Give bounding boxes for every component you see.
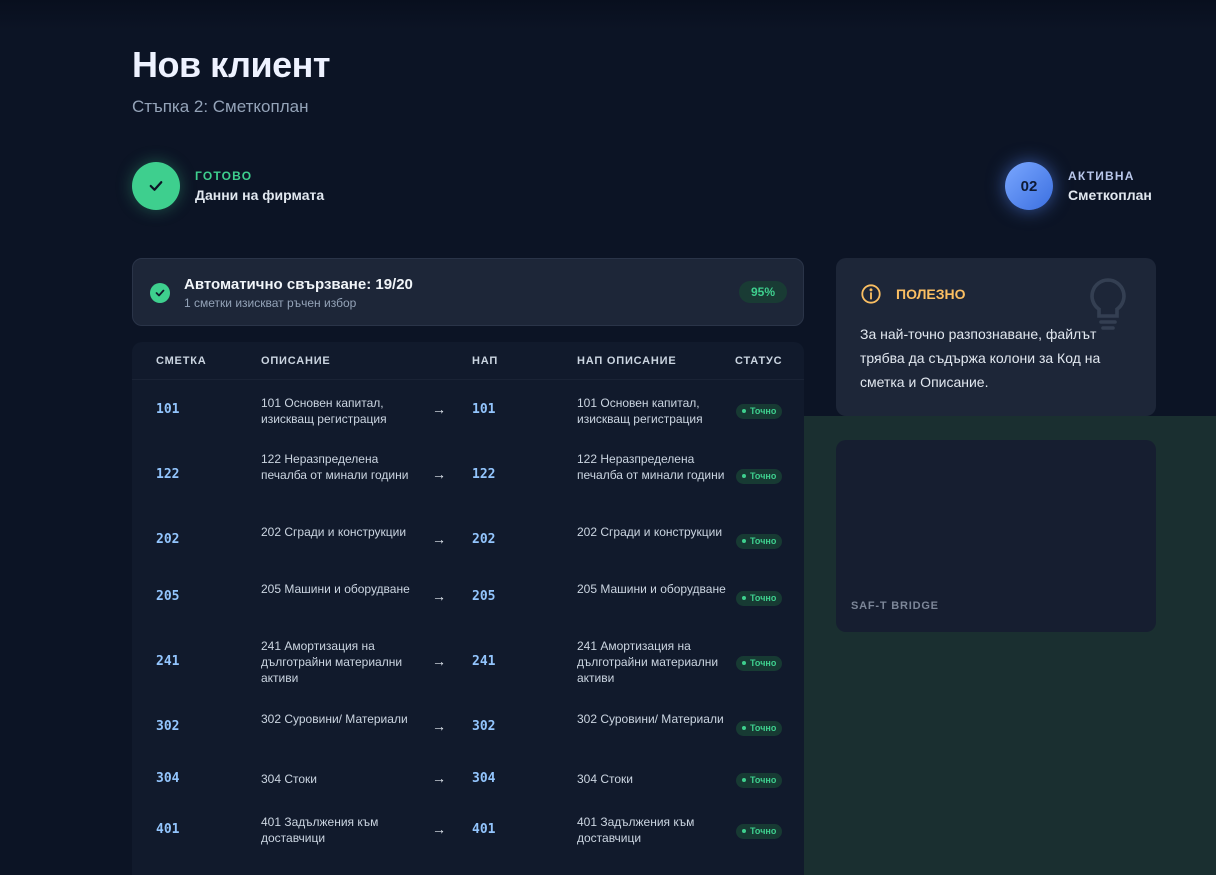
- nap-code: 205: [472, 589, 496, 604]
- nap-code: 401: [472, 822, 496, 837]
- nap-description: 101 Основен капитал, изискващ регистраци…: [577, 396, 703, 426]
- account-code: 304: [156, 771, 180, 786]
- table-row[interactable]: 122 122 Неразпределена печалба от минали…: [132, 445, 804, 510]
- status-badge: Точно: [736, 656, 783, 671]
- account-code: 241: [156, 654, 180, 669]
- step-label: Данни на фирмата: [195, 187, 325, 203]
- step-number-circle: 02: [1005, 162, 1053, 210]
- info-icon: [861, 284, 881, 304]
- arrow-right-icon: →: [432, 466, 446, 482]
- arrow-right-icon: →: [432, 531, 446, 547]
- nap-code: 241: [472, 654, 496, 669]
- arrow-right-icon: →: [432, 718, 446, 734]
- bridge-label: SAF-T BRIDGE: [851, 600, 939, 612]
- nap-description: 302 Суровини/ Материали: [577, 712, 724, 726]
- check-circle-icon: [150, 283, 170, 303]
- table-row[interactable]: 101 101 Основен капитал, изискващ регист…: [132, 380, 804, 445]
- step-company-data[interactable]: ГОТОВО Данни на фирмата: [132, 162, 324, 210]
- status-badge: Точно: [736, 773, 783, 788]
- account-description: 304 Стоки: [261, 772, 318, 786]
- match-percent-badge: 95%: [738, 281, 787, 303]
- summary-subtitle: 1 сметки изискват ръчен избор: [184, 296, 357, 310]
- nap-description: 401 Задължения към доставчици: [577, 815, 695, 845]
- step-status: ГОТОВО: [195, 169, 253, 183]
- column-header-account: СМЕТКА: [156, 355, 207, 367]
- table-row[interactable]: 205 205 Машини и оборудване → 205 205 Ма…: [132, 575, 804, 627]
- nap-code: 202: [472, 532, 496, 547]
- nap-code: 302: [472, 719, 496, 734]
- nap-description: 205 Машини и оборудване: [577, 582, 726, 596]
- arrow-right-icon: →: [432, 821, 446, 837]
- status-badge: Точно: [736, 591, 783, 606]
- account-code: 122: [156, 467, 180, 482]
- summary-title: Автоматично свързване: 19/20: [184, 276, 413, 293]
- column-header-status: СТАТУС: [735, 355, 783, 367]
- check-icon: [149, 181, 163, 191]
- account-description: 302 Суровини/ Материали: [261, 712, 408, 726]
- column-header-nap-description: НАП ОПИСАНИЕ: [577, 355, 677, 367]
- step-status: АКТИВНА: [1068, 169, 1135, 183]
- page-title: Нов клиент: [132, 44, 330, 85]
- arrow-right-icon: →: [432, 588, 446, 604]
- tip-title: ПОЛЕЗНО: [896, 286, 966, 302]
- account-description: 122 Неразпределена печалба от минали год…: [261, 452, 409, 482]
- account-description: 202 Сгради и конструкции: [261, 525, 407, 539]
- table-row[interactable]: 202 202 Сгради и конструкции → 202 202 С…: [132, 510, 804, 575]
- nap-description: 202 Сгради и конструкции: [577, 525, 723, 539]
- arrow-right-icon: →: [432, 401, 446, 417]
- status-badge: Точно: [736, 534, 783, 549]
- top-gradient: [0, 0, 1216, 30]
- tip-body: За най-точно разпознаване, файлът трябва…: [860, 326, 1101, 390]
- status-badge: Точно: [736, 404, 783, 419]
- auto-match-summary: Автоматично свързване: 19/20 1 сметки из…: [132, 258, 804, 326]
- status-badge: Точно: [736, 824, 783, 839]
- account-code: 401: [156, 822, 180, 837]
- tip-card: ПОЛЕЗНО За най-точно разпознаване, файлъ…: [836, 258, 1156, 416]
- nap-description: 241 Амортизация на дълготрайни материалн…: [577, 639, 719, 685]
- table-header: СМЕТКА ОПИСАНИЕ НАП НАП ОПИСАНИЕ СТАТУС: [132, 342, 804, 380]
- table-row[interactable]: 241 241 Амортизация на дълготрайни матер…: [132, 627, 804, 705]
- arrow-right-icon: →: [432, 770, 446, 786]
- account-code: 202: [156, 532, 180, 547]
- account-description: 205 Машини и оборудване: [261, 582, 410, 596]
- account-code: 101: [156, 402, 180, 417]
- status-badge: Точно: [736, 721, 783, 736]
- saf-t-bridge-card: SAF-T BRIDGE: [836, 440, 1156, 632]
- table-row[interactable]: 401 401 Задължения към доставчици → 401 …: [132, 809, 804, 861]
- nap-code: 101: [472, 402, 496, 417]
- nap-code: 304: [472, 771, 496, 786]
- table-row[interactable]: 302 302 Суровини/ Материали → 302 302 Су…: [132, 705, 804, 757]
- step-label: Сметкоплан: [1068, 187, 1152, 203]
- nap-description: 304 Стоки: [577, 772, 634, 786]
- arrow-right-icon: →: [432, 653, 446, 669]
- column-header-nap: НАП: [472, 355, 499, 367]
- step-chart-of-accounts[interactable]: 02 АКТИВНА Сметкоплан: [1005, 162, 1152, 210]
- status-badge: Точно: [736, 469, 783, 484]
- accounts-mapping-table: СМЕТКА ОПИСАНИЕ НАП НАП ОПИСАНИЕ СТАТУС …: [132, 342, 804, 875]
- nap-description: 122 Неразпределена печалба от минали год…: [577, 452, 725, 482]
- table-row[interactable]: 304 304 Стоки → 304 304 Стоки Точно: [132, 757, 804, 809]
- step-done-circle: [132, 162, 180, 210]
- account-code: 205: [156, 589, 180, 604]
- nap-code: 122: [472, 467, 496, 482]
- account-description: 101 Основен капитал, изискващ регистраци…: [261, 396, 387, 426]
- column-header-description: ОПИСАНИЕ: [261, 355, 331, 367]
- account-code: 302: [156, 719, 180, 734]
- page-subtitle: Стъпка 2: Сметкоплан: [132, 97, 309, 116]
- account-description: 401 Задължения към доставчици: [261, 815, 379, 845]
- account-description: 241 Амортизация на дълготрайни материалн…: [261, 639, 403, 685]
